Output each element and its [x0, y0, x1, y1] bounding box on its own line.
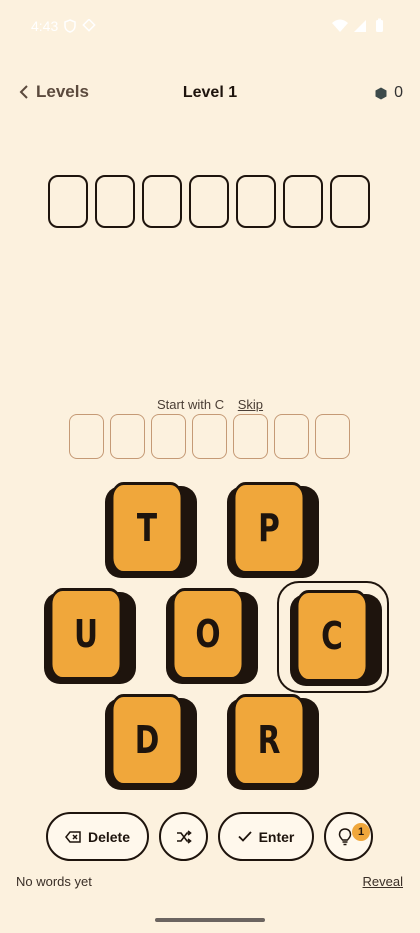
hint-count-badge: 1: [352, 823, 370, 841]
shield-icon: [64, 19, 76, 33]
shuffle-icon: [176, 829, 192, 844]
letter-tile-r[interactable]: R: [223, 694, 319, 790]
status-time: 4:43: [31, 18, 59, 34]
wifi-icon: [332, 19, 348, 32]
input-slot: [69, 414, 104, 459]
home-indicator[interactable]: [155, 918, 265, 922]
status-system-icons: [332, 18, 392, 34]
enter-label: Enter: [258, 828, 295, 845]
answer-slot: [142, 175, 182, 228]
answer-slot: [189, 175, 229, 228]
hint-button[interactable]: 1: [324, 812, 373, 861]
letter-tile-d[interactable]: D: [101, 694, 197, 790]
answer-slot: [48, 175, 88, 228]
tile-letter: U: [73, 612, 99, 656]
answer-slot: [236, 175, 276, 228]
enter-button[interactable]: Enter: [218, 812, 314, 861]
tile-face[interactable]: T: [111, 482, 183, 574]
input-slot: [233, 414, 268, 459]
tile-face[interactable]: U: [50, 588, 122, 680]
tile-letter: C: [321, 614, 343, 658]
input-slot: [315, 414, 350, 459]
tile-letter: R: [257, 718, 281, 762]
tile-face[interactable]: C: [296, 590, 368, 682]
controls-row: Delete Enter 1: [46, 812, 373, 861]
hexagon-coin-icon: [375, 87, 387, 99]
tile-letter: P: [258, 506, 280, 550]
answer-slot: [95, 175, 135, 228]
letter-tile-u[interactable]: U: [40, 588, 136, 684]
tile-face[interactable]: R: [233, 694, 305, 786]
tile-face[interactable]: P: [233, 482, 305, 574]
signal-icon: [354, 20, 366, 32]
shuffle-button[interactable]: [159, 812, 208, 861]
battery-icon: [376, 18, 383, 32]
lightbulb-icon: [338, 827, 351, 845]
check-icon: [237, 831, 252, 842]
letter-tile-c[interactable]: C: [277, 581, 389, 693]
hint-row: Start with C Skip: [0, 397, 420, 412]
found-words-status: No words yet: [16, 874, 92, 889]
input-slot: [110, 414, 145, 459]
skip-link[interactable]: Skip: [238, 397, 263, 412]
input-slot: [274, 414, 309, 459]
data-saver-icon: [82, 18, 96, 32]
reveal-link[interactable]: Reveal: [363, 874, 403, 889]
delete-label: Delete: [87, 828, 131, 845]
delete-button[interactable]: Delete: [46, 812, 149, 861]
answer-slot: [283, 175, 323, 228]
footer-row: No words yet Reveal: [16, 874, 404, 894]
coin-count: 0: [394, 84, 403, 101]
coin-counter: 0: [375, 84, 403, 102]
letter-tile-o[interactable]: O: [162, 588, 258, 684]
answer-slots: [48, 175, 370, 228]
backspace-icon: [65, 830, 81, 843]
input-slot: [192, 414, 227, 459]
letter-tile-p[interactable]: P: [223, 482, 319, 578]
top-bar: Levels Level 1 0: [0, 78, 420, 112]
answer-slot: [330, 175, 370, 228]
start-hint-text: Start with C: [156, 397, 225, 412]
tile-letter: D: [134, 718, 160, 762]
tile-letter: T: [136, 506, 158, 550]
input-slots: [69, 414, 350, 459]
input-slot: [151, 414, 186, 459]
status-notification-icons: [64, 18, 104, 33]
status-bar: 4:43: [0, 0, 420, 52]
tile-face[interactable]: D: [111, 694, 183, 786]
page-title: Level 1: [182, 84, 238, 101]
letter-tile-t[interactable]: T: [101, 482, 197, 578]
tile-face[interactable]: O: [172, 588, 244, 680]
tile-letter: O: [195, 612, 221, 656]
